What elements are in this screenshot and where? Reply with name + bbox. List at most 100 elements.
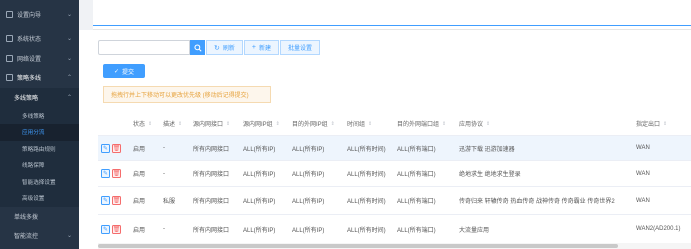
cell-dst-port: ALL(所有端口) bbox=[397, 146, 436, 153]
sidebar-leaf-advanced[interactable]: 高级设置 bbox=[0, 190, 79, 207]
cell-dst-port: ALL(所有端口) bbox=[397, 227, 436, 234]
cell-app: 传奇归来 轩辕传奇 热血传奇 战神传奇 传奇霸业 传奇世界2 bbox=[459, 199, 615, 205]
cell-dst-ip: ALL(所有IP) bbox=[292, 199, 325, 205]
cell-app: 绝地求生 绝地求生登录 bbox=[459, 172, 521, 178]
chevron-up-icon: ⌃ bbox=[66, 95, 72, 101]
cell-status: 启用 bbox=[133, 172, 146, 178]
row-actions: ✎ 🗑 bbox=[101, 161, 123, 186]
row-actions: ✎ 🗑 bbox=[101, 136, 123, 160]
col-out[interactable]: 指定出口 ⇕ bbox=[636, 112, 667, 135]
batch-settings-button[interactable]: 批量设置 bbox=[280, 40, 321, 55]
sidebar-leaf-smart-select[interactable]: 智能选择设置 bbox=[0, 174, 79, 191]
delete-icon[interactable]: 🗑 bbox=[112, 224, 121, 234]
sidebar-item-single-multidial[interactable]: 单线多拨 bbox=[0, 207, 79, 227]
sort-icon: ⇕ bbox=[148, 120, 153, 127]
sidebar-item-label: 设置向导 bbox=[17, 13, 42, 19]
chevron-down-icon: ⌄ bbox=[66, 36, 72, 43]
search-icon bbox=[193, 43, 202, 52]
table-row[interactable]: ✎ 🗑 启用 私服 所有内网接口 ALL(所有IP) ALL(所有IP) ALL(… bbox=[98, 187, 691, 215]
cell-desc: - bbox=[163, 170, 165, 177]
sort-icon: ⇕ bbox=[330, 120, 335, 127]
edit-icon[interactable]: ✎ bbox=[101, 169, 110, 178]
cell-dst-ip: ALL(所有IP) bbox=[292, 146, 325, 153]
cell-dst-ip: ALL(所有IP) bbox=[292, 227, 325, 234]
sort-icon: ⇕ bbox=[368, 120, 373, 127]
cell-status: 启用 bbox=[133, 199, 146, 205]
col-time[interactable]: 时间组 ⇕ bbox=[347, 112, 372, 135]
col-dst-port[interactable]: 目的外网端口组 ⇕ bbox=[397, 112, 446, 135]
sidebar-leaf-policy-route-rules[interactable]: 策略路由规则 bbox=[0, 141, 79, 158]
col-status[interactable]: 状态 ⇕ bbox=[133, 112, 152, 135]
table-header: 状态 ⇕ 描述 ⇕ 源内网接口 ⇕ 源内网IP组 ⇕ 目的外网IP组 ⇕ 时间组 ⇕ 目的外… bbox=[98, 112, 691, 136]
sort-icon: ⇕ bbox=[442, 120, 447, 127]
refresh-icon: ↻ bbox=[214, 44, 220, 52]
sidebar-leaf-line-guarantee[interactable]: 线路保障 bbox=[0, 157, 79, 174]
submit-button[interactable]: ✓ 提交 bbox=[103, 64, 145, 78]
cell-dst-port: ALL(所有端口) bbox=[397, 199, 436, 205]
cell-out: WAN bbox=[636, 145, 650, 151]
sidebar-item-setup-wizard[interactable]: 设置向导 ⌄ bbox=[0, 0, 79, 29]
gear-icon bbox=[6, 11, 13, 18]
sidebar-item-label: 系统状态 bbox=[17, 37, 42, 44]
cell-src-ip: ALL(所有IP) bbox=[243, 227, 276, 234]
cell-src-if: 所有内网接口 bbox=[193, 199, 230, 205]
sidebar-leaf-multiline-policy[interactable]: 多线策略 bbox=[0, 108, 79, 125]
cell-src-if: 所有内网接口 bbox=[193, 227, 230, 234]
sort-icon: ⇕ bbox=[486, 120, 491, 127]
sort-icon: ⇕ bbox=[178, 120, 183, 127]
row-actions: ✎ 🗑 bbox=[101, 215, 123, 243]
cell-desc: - bbox=[163, 145, 165, 151]
table-row[interactable]: ✎ 🗑 启用 - 所有内网接口 ALL(所有IP) ALL(所有IP) ALL(所… bbox=[98, 161, 691, 187]
col-dst-ip[interactable]: 目的外网IP组 ⇕ bbox=[292, 112, 335, 135]
edit-icon[interactable]: ✎ bbox=[101, 143, 110, 153]
cell-src-ip: ALL(所有IP) bbox=[243, 172, 276, 178]
routing-icon bbox=[6, 74, 13, 82]
sidebar-item-network-settings[interactable]: 网络设置 ⌄ bbox=[0, 49, 79, 69]
col-desc[interactable]: 描述 ⇕ bbox=[163, 112, 182, 135]
chevron-down-icon: ⌄ bbox=[66, 55, 72, 62]
col-src-ip[interactable]: 源内网IP组 ⇕ bbox=[243, 112, 280, 135]
cell-status: 启用 bbox=[133, 227, 146, 234]
table-row[interactable]: ✎ 🗑 启用 - 所有内网接口 ALL(所有IP) ALL(所有IP) ALL(所… bbox=[98, 215, 691, 244]
delete-icon[interactable]: 🗑 bbox=[112, 143, 121, 153]
sort-icon: ⇕ bbox=[663, 120, 668, 127]
sort-icon: ⇕ bbox=[275, 120, 280, 127]
cell-time: ALL(所有时间) bbox=[347, 227, 386, 234]
col-app[interactable]: 应用协议 ⇕ bbox=[459, 112, 490, 135]
cell-src-ip: ALL(所有IP) bbox=[243, 146, 276, 153]
sidebar-item-label: 策略多线 bbox=[17, 76, 42, 83]
cell-app: 大流量应用 bbox=[459, 227, 490, 234]
scrollbar-thumb[interactable] bbox=[98, 244, 618, 248]
cell-time: ALL(所有时间) bbox=[347, 146, 386, 153]
cell-src-if: 所有内网接口 bbox=[193, 172, 230, 178]
delete-icon[interactable]: 🗑 bbox=[112, 196, 121, 205]
sidebar-item-smart-qos[interactable]: 智能流控 ⌄ bbox=[0, 226, 79, 246]
sidebar-item-label: 网络设置 bbox=[17, 56, 42, 63]
edit-icon[interactable]: ✎ bbox=[101, 196, 110, 205]
cell-out: WAN bbox=[636, 197, 650, 204]
sidebar-item-policy-multiline[interactable]: 策略多线 ⌃ bbox=[0, 68, 79, 88]
horizontal-scrollbar[interactable] bbox=[98, 243, 691, 249]
cell-desc: 私服 bbox=[163, 199, 176, 205]
monitor-icon bbox=[6, 35, 13, 43]
check-icon: ✓ bbox=[113, 68, 119, 75]
search-button[interactable] bbox=[190, 40, 205, 55]
sort-icon: ⇕ bbox=[226, 120, 231, 127]
table-row[interactable]: ✎ 🗑 启用 - 所有内网接口 ALL(所有IP) ALL(所有IP) ALL(所… bbox=[98, 136, 691, 161]
cell-time: ALL(所有时间) bbox=[347, 199, 386, 205]
refresh-button[interactable]: ↻ 刷新 bbox=[206, 40, 243, 55]
col-src-if[interactable]: 源内网接口 ⇕ bbox=[193, 112, 230, 135]
submenu-title[interactable]: 多线策略 ⌃ bbox=[0, 88, 79, 108]
sidebar-leaf-app-routing[interactable]: 应用分流 bbox=[0, 124, 79, 141]
cell-dst-port: ALL(所有端口) bbox=[397, 172, 436, 178]
edit-icon[interactable]: ✎ bbox=[101, 224, 110, 234]
search-input[interactable] bbox=[98, 40, 190, 55]
new-button[interactable]: + 新建 bbox=[243, 40, 279, 55]
delete-icon[interactable]: 🗑 bbox=[112, 169, 121, 178]
cell-time: ALL(所有时间) bbox=[347, 172, 386, 178]
plus-icon: + bbox=[251, 44, 256, 51]
main-content: ↻ 刷新 + 新建 批量设置 ✓ 提交 拖拽行并上下移动可以更改优先级 (移动后… bbox=[79, 0, 691, 249]
sidebar-item-system-status[interactable]: 系统状态 ⌄ bbox=[0, 29, 79, 49]
chevron-up-icon: ⌃ bbox=[66, 75, 72, 82]
top-tabs-area bbox=[79, 0, 691, 30]
